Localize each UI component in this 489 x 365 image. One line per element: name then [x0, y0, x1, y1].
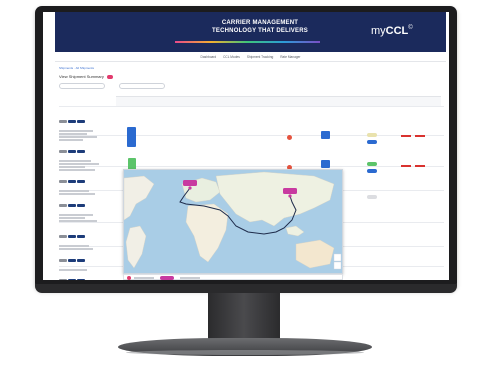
row-divider [59, 135, 444, 136]
legend-text-line [180, 277, 200, 279]
route-end-label [283, 188, 297, 194]
table-row[interactable] [59, 194, 114, 222]
rate-chip[interactable] [367, 162, 377, 166]
status-tag [68, 259, 76, 262]
price-value [401, 135, 411, 137]
status-tag [77, 150, 85, 153]
route-end-dot [288, 194, 292, 198]
row-text-line [59, 160, 91, 162]
legend-chip [160, 276, 174, 280]
price-value [401, 165, 411, 167]
logo-mark-icon: © [408, 25, 413, 31]
row-text-line [59, 217, 85, 219]
row-text-line [59, 166, 85, 168]
route-start-label [183, 180, 197, 186]
banner-color-stripe [175, 41, 320, 43]
page-title: View Shipment Summary [59, 74, 104, 79]
status-tag [59, 150, 67, 153]
nav-item-tracking[interactable]: Shipment Tracking [247, 55, 273, 59]
header-divider [59, 106, 444, 107]
rate-chip[interactable] [367, 195, 377, 199]
status-tag [59, 235, 67, 238]
status-tag [59, 279, 67, 280]
row-text-line [59, 130, 93, 132]
rate-chip[interactable] [367, 140, 377, 144]
top-navigation: Dashboard CCL Modes Shipment Tracking Ra… [55, 52, 446, 62]
table-row[interactable] [59, 140, 114, 171]
filter-input[interactable] [119, 83, 165, 89]
monitor-screen: CARRIER MANAGEMENT TECHNOLOGY THAT DELIV… [43, 12, 449, 280]
action-button[interactable] [321, 160, 330, 168]
logo-prefix: my [371, 25, 386, 37]
row-text-line [59, 220, 97, 222]
zoom-out-icon[interactable] [333, 261, 342, 270]
monitor-stand-neck [208, 293, 280, 341]
status-tag [77, 259, 85, 262]
status-tag [59, 204, 67, 207]
map-legend-bar [123, 274, 343, 280]
nav-item-dashboard[interactable]: Dashboard [201, 55, 217, 59]
count-badge [106, 74, 114, 79]
status-tag [59, 259, 67, 262]
status-tag [68, 120, 76, 123]
row-text-line [59, 163, 99, 165]
status-tag [68, 279, 76, 280]
banner-title: CARRIER MANAGEMENT TECHNOLOGY THAT DELIV… [185, 20, 335, 35]
status-tag [77, 204, 85, 207]
status-tag [77, 279, 85, 280]
page-title-row: View Shipment Summary [59, 74, 114, 79]
table-row[interactable] [59, 225, 114, 250]
banner-title-line-2: TECHNOLOGY THAT DELIVERS [212, 27, 308, 34]
breadcrumb[interactable]: Shipments · All Shipments [59, 66, 94, 70]
logo-brand: CCL [385, 25, 409, 37]
table-row[interactable] [59, 269, 114, 280]
mode-badge[interactable] [127, 127, 136, 147]
nav-item-rates[interactable]: Rate Manager [280, 55, 300, 59]
hero-banner: CARRIER MANAGEMENT TECHNOLOGY THAT DELIV… [55, 12, 446, 52]
row-text-line [59, 133, 87, 135]
rate-chip[interactable] [367, 133, 377, 137]
row-text-line [59, 245, 89, 247]
monitor-stand-base-edge [126, 350, 364, 355]
status-tag [68, 150, 76, 153]
world-map-svg [124, 170, 342, 273]
rate-chip[interactable] [367, 169, 377, 173]
status-tag [77, 180, 85, 183]
banner-title-line-1: CARRIER MANAGEMENT [221, 20, 299, 26]
alert-dot [287, 135, 292, 140]
route-map[interactable] [123, 169, 343, 274]
status-tag [68, 180, 76, 183]
status-tag [59, 180, 67, 183]
zoom-in-icon[interactable] [333, 253, 342, 262]
table-header [116, 96, 441, 106]
table-row[interactable] [59, 170, 114, 195]
price-value [415, 135, 425, 137]
action-button[interactable] [321, 131, 330, 139]
legend-dot-icon [127, 276, 131, 280]
route-start-dot [188, 186, 192, 190]
status-tag [68, 204, 76, 207]
nav-item-modes[interactable]: CCL Modes [223, 55, 240, 59]
row-text-line [59, 214, 93, 216]
status-tag [68, 235, 76, 238]
search-input[interactable] [59, 83, 105, 89]
row-divider [59, 166, 444, 167]
table-row[interactable] [59, 249, 114, 271]
status-tag [59, 120, 67, 123]
table-row[interactable] [59, 110, 114, 141]
row-text-line [59, 190, 89, 192]
monitor-chin [35, 284, 457, 293]
price-value [415, 165, 425, 167]
row-text-line [59, 136, 97, 138]
brand-logo[interactable]: myCCL© [371, 25, 413, 37]
status-tag [77, 235, 85, 238]
scene: CARRIER MANAGEMENT TECHNOLOGY THAT DELIV… [0, 0, 489, 365]
status-tag [77, 120, 85, 123]
legend-text-line [134, 277, 154, 279]
